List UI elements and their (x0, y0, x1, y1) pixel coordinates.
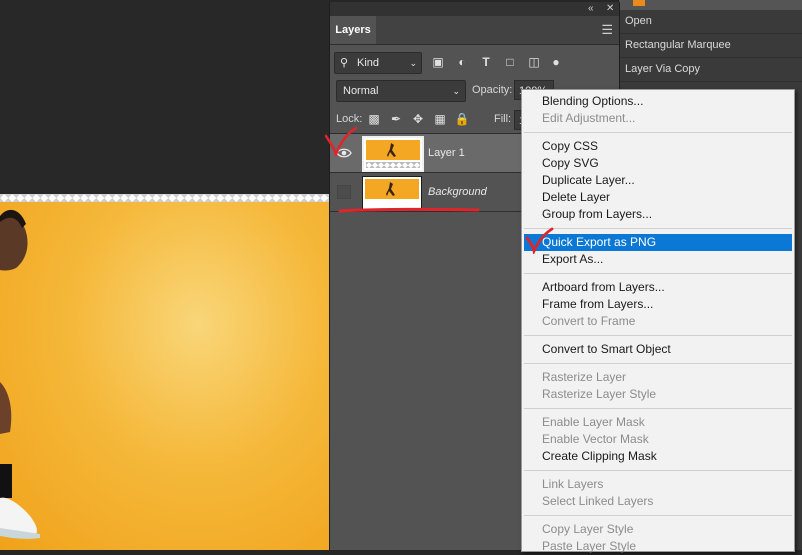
menu-item-copy-css[interactable]: Copy CSS (522, 138, 794, 155)
transparency-checker (0, 194, 330, 202)
chevron-down-icon: ⌄ (452, 86, 460, 96)
layer-name[interactable]: Layer 1 (428, 147, 465, 159)
menu-item-artboard-from-layers[interactable]: Artboard from Layers... (522, 279, 794, 296)
filter-toggle-icon[interactable]: ● (548, 54, 564, 70)
panel-tabs: Layers ☰ (330, 16, 619, 45)
lock-image-icon[interactable]: ✒ (388, 111, 404, 127)
lock-all-icon[interactable]: 🔒 (454, 111, 470, 127)
menu-item-edit-adjustment: Edit Adjustment... (542, 111, 636, 125)
menu-separator (524, 228, 792, 229)
menu-item-blending-options[interactable]: Blending Options... (522, 93, 794, 110)
kind-filter-label: Kind (357, 57, 380, 69)
history-item-layer-via-copy[interactable]: Layer Via Copy (619, 58, 802, 82)
history-item-open[interactable]: Open (619, 10, 802, 34)
history-snapshot (619, 0, 802, 10)
tab-layers[interactable]: Layers (330, 16, 376, 44)
menu-item-convert-to-smart-object[interactable]: Convert to Smart Object (522, 341, 794, 358)
menu-item-duplicate-layer[interactable]: Duplicate Layer... (522, 172, 794, 189)
search-icon: ⚲ (340, 57, 349, 69)
menu-separator (524, 273, 792, 274)
lock-label: Lock: (336, 113, 363, 125)
fill-label: Fill: (494, 113, 512, 125)
history-item-rectangular-marquee[interactable]: Rectangular Marquee (619, 34, 802, 58)
layer-context-menu: Blending Options... Edit Adjustment... Cop… (521, 89, 795, 553)
layer-filter-row: ⚲ Kind ⌄ ▣ ◐ T □ ◫ ● (330, 52, 619, 76)
shape-filter-icon[interactable]: □ (502, 54, 518, 70)
blend-mode-select[interactable]: Normal ⌄ (336, 80, 466, 102)
menu-item-group-from-layers[interactable]: Group from Layers... (522, 206, 794, 223)
menu-separator (524, 363, 792, 364)
menu-separator (524, 335, 792, 336)
menu-item-enable-vector-mask: Enable Vector Mask (542, 432, 649, 446)
menu-separator (524, 408, 792, 409)
lock-artboard-icon[interactable]: ▦ (432, 111, 448, 127)
panel-menu-icon[interactable]: ☰ (601, 22, 613, 38)
menu-item-rasterize-layer: Rasterize Layer (542, 370, 627, 384)
menu-item-create-clipping-mask[interactable]: Create Clipping Mask (522, 448, 794, 465)
collapse-icon[interactable]: « (588, 2, 594, 16)
menu-separator (524, 515, 792, 516)
eye-icon[interactable] (336, 145, 352, 161)
close-icon[interactable]: ✕ (606, 2, 614, 16)
lock-position-icon[interactable]: ✥ (410, 111, 426, 127)
menu-item-rasterize-layer-style: Rasterize Layer Style (542, 387, 657, 401)
menu-item-quick-export-as-png[interactable]: Quick Export as PNG (524, 234, 792, 251)
menu-item-convert-to-frame: Convert to Frame (542, 314, 636, 328)
layer-thumbnail (362, 136, 424, 172)
menu-item-copy-svg[interactable]: Copy SVG (522, 155, 794, 172)
menu-item-delete-layer[interactable]: Delete Layer (522, 189, 794, 206)
menu-item-paste-layer-style: Paste Layer Style (542, 539, 637, 553)
kind-filter-select[interactable]: ⚲ Kind ⌄ (334, 52, 422, 74)
menu-separator (524, 470, 792, 471)
layer-name[interactable]: Background (428, 186, 487, 198)
menu-separator (524, 132, 792, 133)
document-canvas[interactable] (0, 0, 330, 550)
menu-item-enable-layer-mask: Enable Layer Mask (542, 415, 645, 429)
adjustment-filter-icon[interactable]: ◐ (454, 54, 470, 70)
type-filter-icon[interactable]: T (478, 54, 494, 70)
visibility-toggle[interactable] (337, 185, 351, 199)
athlete-figure (0, 209, 40, 539)
chevron-down-icon: ⌄ (409, 58, 417, 68)
menu-item-select-linked-layers: Select Linked Layers (542, 494, 654, 508)
lock-transparent-icon[interactable]: ▩ (366, 111, 382, 127)
panel-title-bar: « ✕ (330, 2, 619, 16)
menu-item-export-as[interactable]: Export As... (522, 251, 794, 268)
blend-mode-label: Normal (343, 85, 379, 97)
canvas-image (0, 202, 330, 550)
menu-item-frame-from-layers[interactable]: Frame from Layers... (522, 296, 794, 313)
opacity-label: Opacity: (472, 84, 513, 96)
smart-object-filter-icon[interactable]: ◫ (526, 54, 542, 70)
menu-item-link-layers: Link Layers (542, 477, 604, 491)
menu-item-copy-layer-style: Copy Layer Style (542, 522, 634, 536)
image-filter-icon[interactable]: ▣ (430, 54, 446, 70)
layer-thumbnail (362, 176, 422, 210)
